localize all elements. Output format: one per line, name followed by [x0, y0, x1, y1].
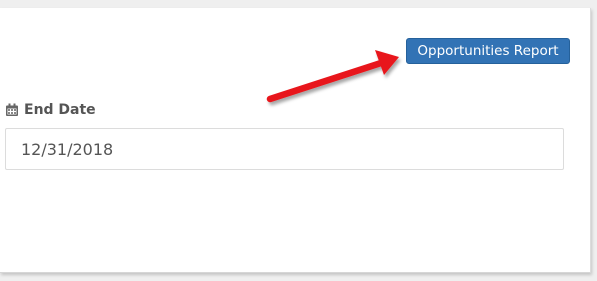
report-panel: Opportunities Report End Date [0, 8, 591, 273]
calendar-icon [6, 103, 18, 116]
end-date-label: End Date [5, 100, 96, 120]
opportunities-report-button[interactable]: Opportunities Report [406, 38, 570, 64]
end-date-label-text: End Date [24, 102, 96, 118]
end-date-input[interactable] [5, 128, 564, 170]
